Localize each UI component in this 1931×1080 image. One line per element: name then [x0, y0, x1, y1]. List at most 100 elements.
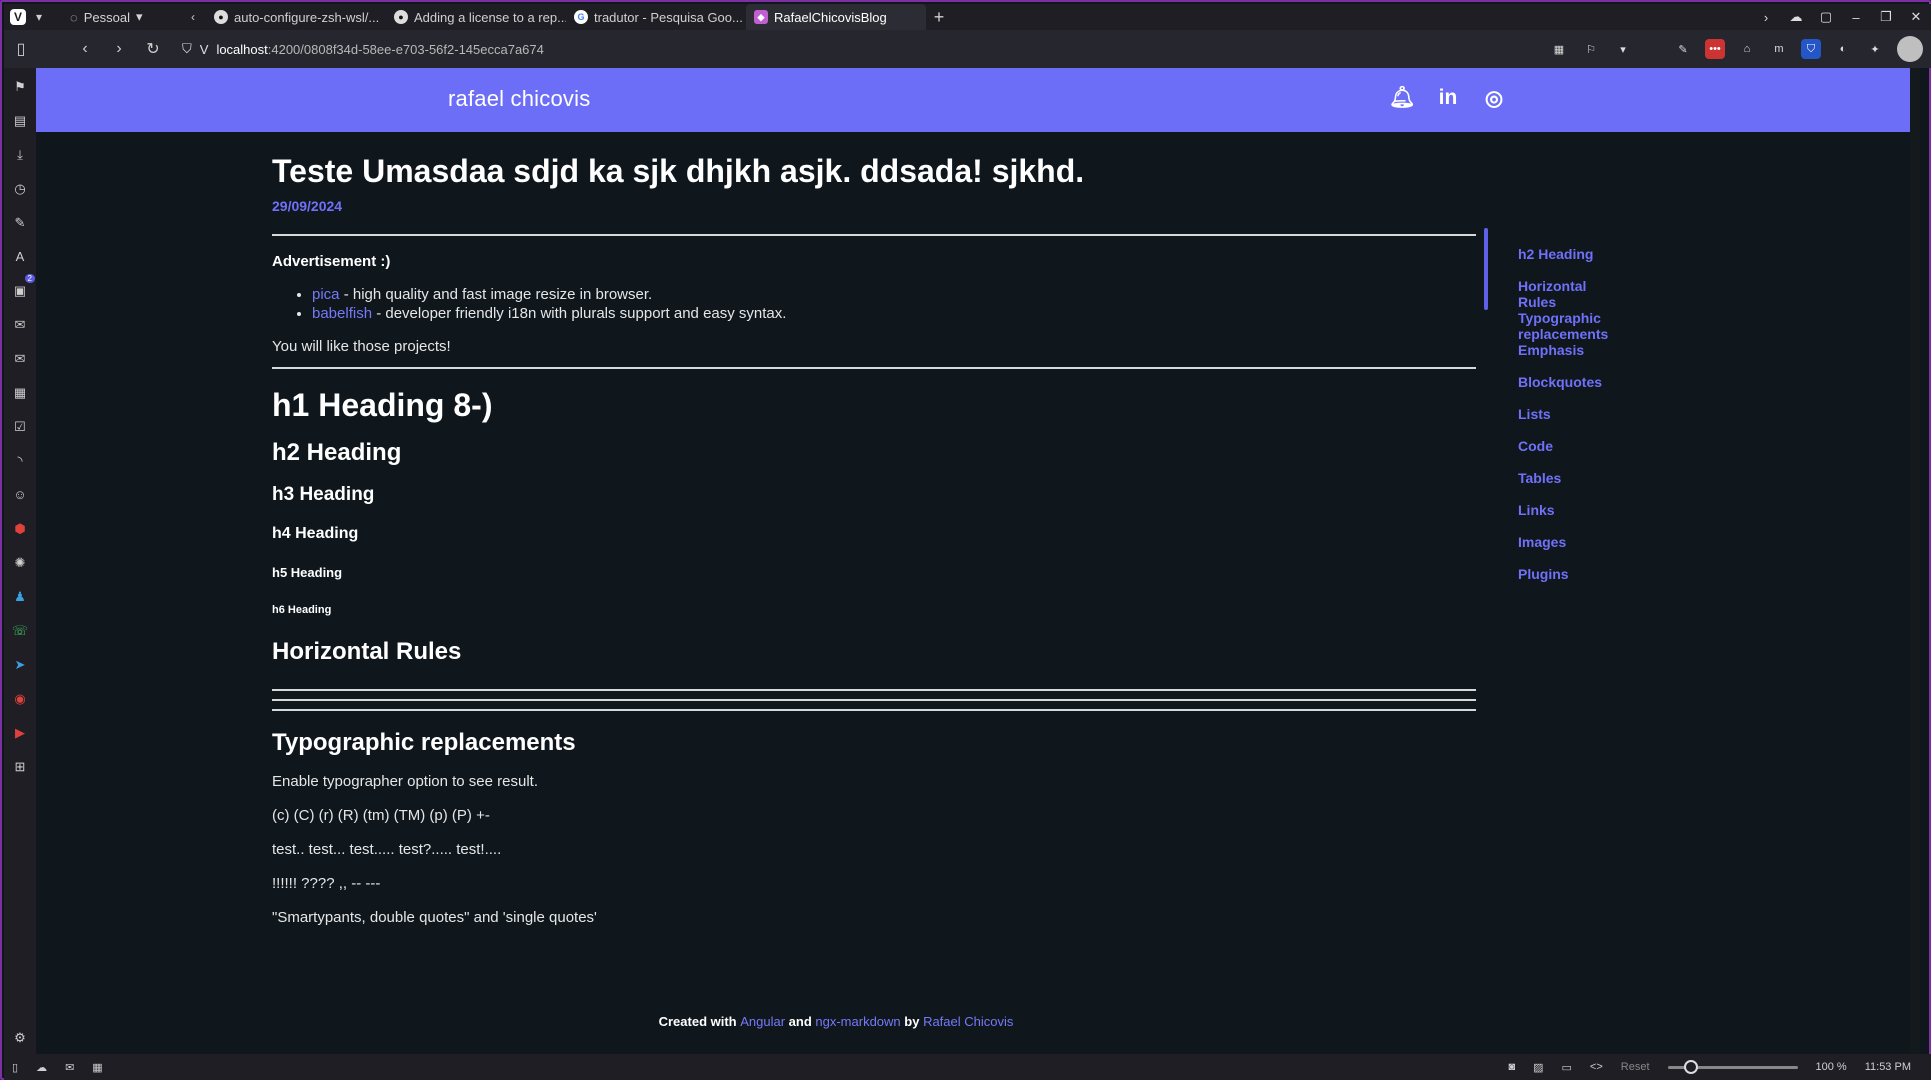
reload-icon[interactable]: ↻: [136, 39, 170, 59]
h6-heading: h6 Heading: [272, 604, 332, 617]
youtube-icon[interactable]: ▶: [11, 722, 29, 743]
cloud-icon[interactable]: ☁: [36, 1061, 47, 1074]
extension-dark-icon[interactable]: ◐: [1833, 39, 1853, 59]
mail-icon[interactable]: ✉: [11, 348, 29, 369]
zoom-slider[interactable]: [1667, 1059, 1798, 1074]
zoom-slider-handle[interactable]: [1683, 1059, 1698, 1074]
typographic-heading: Typographic replacements: [272, 729, 576, 757]
menu-chevron-icon[interactable]: ▾: [26, 4, 52, 30]
bookmarks-icon[interactable]: ⚑: [11, 76, 29, 97]
tab-blog[interactable]: ◆ RafaelChicovisBlog: [746, 4, 926, 30]
tab-scroll-right-icon[interactable]: ›: [1751, 10, 1781, 25]
page-actions-icon[interactable]: <>: [1590, 1061, 1603, 1073]
mail-icon[interactable]: ✉: [65, 1061, 74, 1074]
translate-icon[interactable]: A: [11, 246, 29, 267]
h5-heading: h5 Heading: [272, 565, 343, 581]
toc-item-links[interactable]: Links: [1518, 502, 1608, 534]
github-icon: ●: [394, 10, 408, 24]
github-icon[interactable]: ◎: [1480, 84, 1508, 112]
site-brand[interactable]: rafael chicovis: [448, 86, 590, 112]
teams-icon[interactable]: ♟: [11, 586, 29, 607]
extension-shield-icon[interactable]: ⛉: [1801, 39, 1821, 59]
site-info-icon[interactable]: V: [200, 42, 209, 57]
extension-red-icon[interactable]: •••: [1705, 39, 1725, 59]
tasks-icon[interactable]: ☑: [11, 416, 29, 437]
reading-list-icon[interactable]: ▤: [11, 110, 29, 131]
toc-item-h2-heading[interactable]: h2 Heading: [1518, 246, 1608, 278]
downloads-icon[interactable]: ⤓: [11, 144, 29, 165]
toc-item-lists[interactable]: Lists: [1518, 406, 1608, 438]
capture-icon[interactable]: ◙: [1508, 1061, 1515, 1073]
tab-github-zsh[interactable]: ● auto-configure-zsh-wsl/...: [206, 4, 386, 30]
pica-link[interactable]: pica: [312, 286, 340, 303]
telegram-icon[interactable]: ➤: [11, 654, 29, 675]
tab-google-tradutor[interactable]: G tradutor - Pesquisa Goo...: [566, 4, 746, 30]
toc-item-code[interactable]: Code: [1518, 438, 1608, 470]
toc-item-plugins[interactable]: Plugins: [1518, 566, 1608, 598]
page-scrollbar[interactable]: [1910, 68, 1920, 1054]
color-picker-icon[interactable]: ✎: [1673, 39, 1693, 59]
author-link[interactable]: Rafael Chicovis: [923, 1014, 1013, 1029]
new-tab-icon[interactable]: +: [926, 7, 952, 28]
chat-icon[interactable]: ✉: [11, 314, 29, 335]
cloud-sync-icon[interactable]: ☁: [1781, 9, 1811, 25]
images-icon[interactable]: ▨: [1533, 1061, 1543, 1074]
tab-scroll-left-icon[interactable]: ‹: [180, 4, 206, 30]
qr-code-icon[interactable]: ▦: [1549, 39, 1569, 59]
angular-link[interactable]: Angular: [740, 1014, 785, 1029]
toc-item-images[interactable]: Images: [1518, 534, 1608, 566]
browser-window: V ▾ ◌ Pessoal ▾ ‹ ● auto-configure-zsh-w…: [0, 0, 1931, 1080]
workspace-selector[interactable]: ◌ Pessoal ▾: [70, 9, 180, 25]
vivaldi-social-icon[interactable]: ⬢: [11, 518, 29, 539]
divider: [272, 689, 1476, 692]
panel-toggle-icon[interactable]: ▯: [12, 1061, 18, 1074]
notes-icon[interactable]: ✎: [11, 212, 29, 233]
babelfish-link[interactable]: babelfish: [312, 305, 372, 322]
openai-icon[interactable]: ✺: [11, 552, 29, 573]
profile-avatar[interactable]: [1897, 36, 1923, 62]
shield-icon[interactable]: ⛉: [182, 41, 192, 57]
ngx-markdown-link[interactable]: ngx-markdown: [815, 1014, 900, 1029]
url-field[interactable]: ⛉ V localhost:4200/0808f34d-58ee-e703-56…: [182, 41, 1549, 57]
contacts-icon[interactable]: ☺: [11, 484, 29, 505]
extensions-puzzle-icon[interactable]: ✦: [1865, 39, 1885, 59]
toc-item-blockquotes[interactable]: Blockquotes: [1518, 374, 1608, 406]
post-content: Teste Umasdaa sdjd ka sjk dhjkh asjk. dd…: [272, 152, 1476, 926]
maximize-icon[interactable]: ❐: [1871, 9, 1901, 25]
trash-icon[interactable]: ▢: [1811, 9, 1841, 25]
window-panel-icon[interactable]: ▣ 2: [11, 274, 35, 301]
post-title: Teste Umasdaa sdjd ka sjk dhjkh asjk. dd…: [272, 153, 1085, 189]
whatsapp-icon[interactable]: ☏: [11, 620, 29, 641]
settings-gear-icon[interactable]: ⚙: [11, 1027, 29, 1048]
extension-m-icon[interactable]: m: [1769, 39, 1789, 59]
feeds-icon[interactable]: ◝: [11, 450, 29, 471]
forward-icon[interactable]: ›: [102, 40, 136, 58]
toc-item-horizontal-rules[interactable]: Horizontal Rules: [1518, 278, 1608, 310]
toc-item-typographic-replacements[interactable]: Typographic replacements: [1518, 310, 1608, 342]
chevron-down-icon[interactable]: ▾: [1613, 39, 1633, 59]
history-icon[interactable]: ◷: [11, 178, 29, 199]
extension-house-icon[interactable]: ⌂: [1737, 39, 1757, 59]
github-icon: ●: [214, 10, 228, 24]
calendar-icon[interactable]: ▦: [11, 382, 29, 403]
bookmark-icon[interactable]: ⚐: [1581, 39, 1601, 59]
close-icon[interactable]: ✕: [1901, 9, 1931, 25]
toc-item-tables[interactable]: Tables: [1518, 470, 1608, 502]
bell-icon[interactable]: 🔔︎: [1388, 84, 1416, 112]
horizontal-rules-heading: Horizontal Rules: [272, 638, 462, 666]
tab-github-license[interactable]: ● Adding a license to a rep...: [386, 4, 566, 30]
panel-toggle-icon[interactable]: ▯: [4, 39, 38, 59]
h4-heading: h4 Heading: [272, 525, 359, 543]
vivaldi-menu-icon[interactable]: V: [10, 9, 26, 25]
zoom-reset-button[interactable]: Reset: [1621, 1061, 1650, 1073]
page-tiling-icon[interactable]: ▭: [1562, 1061, 1572, 1074]
add-panel-icon[interactable]: ⊞: [11, 756, 29, 777]
back-icon[interactable]: ‹: [68, 40, 102, 58]
divider: [272, 709, 1476, 712]
linkedin-icon[interactable]: in: [1434, 84, 1462, 112]
minimize-icon[interactable]: –: [1841, 10, 1871, 25]
toc-item-emphasis[interactable]: Emphasis: [1518, 342, 1608, 374]
calendar-icon[interactable]: ▦: [92, 1061, 102, 1074]
divider: [272, 234, 1476, 237]
music-icon[interactable]: ◉: [11, 688, 29, 709]
